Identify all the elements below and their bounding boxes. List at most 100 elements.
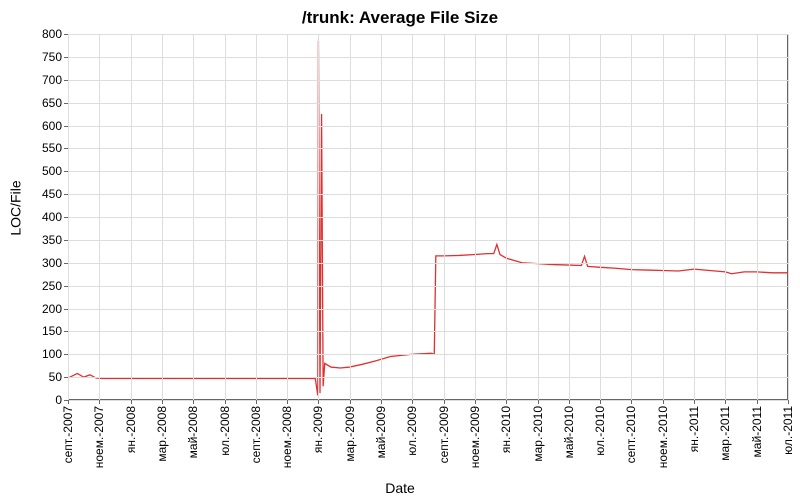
xtick-label: ноем.-2007: [92, 406, 106, 468]
y-axis-label: LOC/File: [6, 0, 26, 415]
gridline-h: [68, 148, 788, 149]
xtick-mark: [256, 400, 257, 404]
ytick-label: 750: [42, 50, 62, 64]
xtick-label: септ.-2010: [624, 406, 638, 463]
ytick-label: 700: [42, 73, 62, 87]
xtick-mark: [68, 400, 69, 404]
gridline-v: [694, 34, 695, 400]
gridline-v: [412, 34, 413, 400]
gridline-v: [287, 34, 288, 400]
gridline-v: [318, 34, 319, 400]
xtick-label: ян.-2011: [687, 406, 701, 452]
gridline-h: [68, 400, 788, 401]
xtick-mark: [162, 400, 163, 404]
gridline-v: [444, 34, 445, 400]
ytick-label: 100: [42, 347, 62, 361]
xtick-label: ноем.-2008: [280, 406, 294, 468]
ytick-label: 800: [42, 27, 62, 41]
xtick-mark: [569, 400, 570, 404]
xtick-mark: [225, 400, 226, 404]
gridline-v: [538, 34, 539, 400]
ytick-label: 50: [49, 370, 62, 384]
xtick-mark: [538, 400, 539, 404]
ytick-label: 500: [42, 164, 62, 178]
xtick-label: ноем.-2009: [468, 406, 482, 468]
xtick-mark: [444, 400, 445, 404]
ytick-label: 300: [42, 256, 62, 270]
xtick-label: ноем.-2010: [656, 406, 670, 468]
gridline-h: [68, 217, 788, 218]
xtick-mark: [287, 400, 288, 404]
xtick-mark: [131, 400, 132, 404]
gridline-v: [68, 34, 69, 400]
xtick-mark: [475, 400, 476, 404]
gridline-v: [631, 34, 632, 400]
gridline-v: [99, 34, 100, 400]
gridline-v: [475, 34, 476, 400]
ytick-label: 600: [42, 119, 62, 133]
x-axis-label: Date: [0, 480, 800, 496]
xtick-mark: [193, 400, 194, 404]
xtick-label: май-2009: [374, 406, 388, 458]
gridline-h: [68, 263, 788, 264]
gridline-v: [600, 34, 601, 400]
gridline-v: [193, 34, 194, 400]
xtick-label: ян.-2010: [499, 406, 513, 453]
gridline-h: [68, 126, 788, 127]
xtick-mark: [663, 400, 664, 404]
gridline-h: [68, 103, 788, 104]
xtick-mark: [350, 400, 351, 404]
ytick-label: 350: [42, 233, 62, 247]
gridline-h: [68, 331, 788, 332]
ytick-label: 250: [42, 279, 62, 293]
gridline-h: [68, 309, 788, 310]
xtick-label: юл.-2011: [781, 406, 795, 455]
xtick-label: септ.-2009: [437, 406, 451, 463]
gridline-h: [68, 194, 788, 195]
ytick-label: 450: [42, 187, 62, 201]
xtick-mark: [600, 400, 601, 404]
xtick-label: май-2011: [750, 406, 764, 457]
gridline-v: [131, 34, 132, 400]
gridline-v: [788, 34, 789, 400]
xtick-mark: [506, 400, 507, 404]
xtick-label: юл.-2008: [218, 406, 232, 456]
xtick-mark: [99, 400, 100, 404]
series-line: [68, 41, 788, 396]
gridline-v: [663, 34, 664, 400]
gridline-v: [225, 34, 226, 400]
xtick-label: мар.-2010: [531, 406, 545, 462]
xtick-mark: [694, 400, 695, 404]
gridline-h: [68, 57, 788, 58]
gridline-h: [68, 240, 788, 241]
xtick-label: мар.-2011: [718, 406, 732, 461]
chart-container: /trunk: Average File Size LOC/File Date …: [0, 0, 800, 500]
xtick-label: май-2010: [562, 406, 576, 458]
xtick-mark: [631, 400, 632, 404]
gridline-h: [68, 286, 788, 287]
xtick-mark: [757, 400, 758, 404]
xtick-mark: [788, 400, 789, 404]
gridline-v: [256, 34, 257, 400]
ytick-label: 0: [55, 393, 62, 407]
ytick-label: 650: [42, 96, 62, 110]
gridline-v: [725, 34, 726, 400]
xtick-label: ян.-2009: [311, 406, 325, 453]
xtick-label: септ.-2007: [61, 406, 75, 463]
xtick-label: мар.-2008: [155, 406, 169, 462]
ytick-label: 550: [42, 141, 62, 155]
gridline-h: [68, 377, 788, 378]
gridline-v: [350, 34, 351, 400]
xtick-mark: [725, 400, 726, 404]
gridline-h: [68, 80, 788, 81]
xtick-mark: [318, 400, 319, 404]
gridline-h: [68, 354, 788, 355]
gridline-v: [381, 34, 382, 400]
ytick-label: 200: [42, 302, 62, 316]
ytick-label: 400: [42, 210, 62, 224]
gridline-v: [506, 34, 507, 400]
xtick-label: юл.-2009: [405, 406, 419, 456]
gridline-h: [68, 171, 788, 172]
xtick-mark: [381, 400, 382, 404]
xtick-label: юл.-2010: [593, 406, 607, 456]
